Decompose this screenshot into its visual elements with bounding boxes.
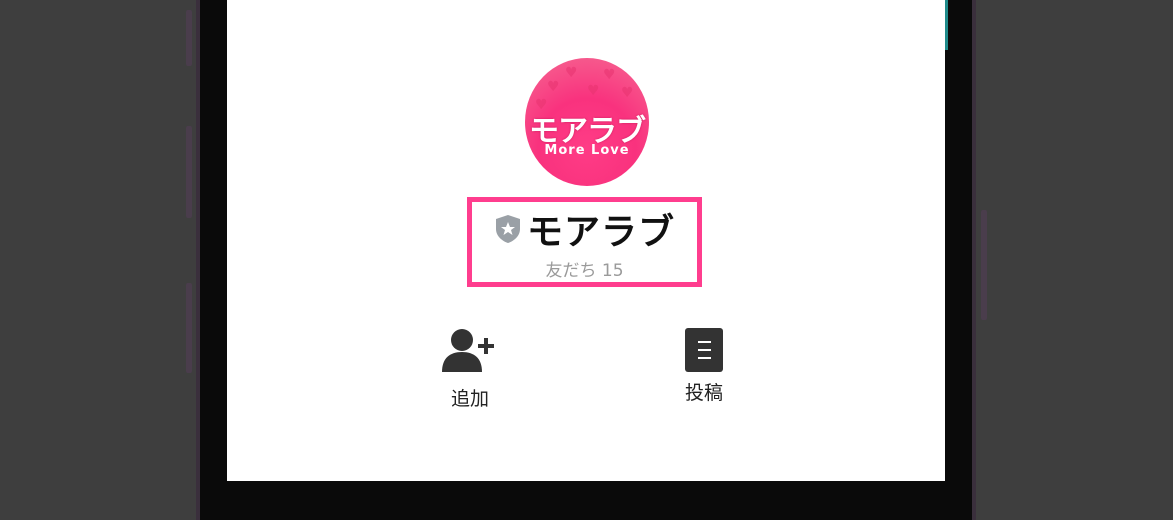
add-friend-icon xyxy=(442,329,494,372)
add-friend-button[interactable]: 追加 xyxy=(420,328,520,411)
heart-decoration-icon: ♥ xyxy=(621,85,634,101)
profile-screen: ♥ ♥ ♥ ♥ ♥ ♥ モアラブ More Love モアラブ 友だち 15 追… xyxy=(227,0,945,481)
account-logo-avatar[interactable]: ♥ ♥ ♥ ♥ ♥ ♥ モアラブ More Love xyxy=(525,58,649,186)
posts-label: 投稿 xyxy=(684,382,723,404)
heart-decoration-icon: ♥ xyxy=(565,65,578,81)
account-name-row: モアラブ xyxy=(495,203,675,255)
shield-star-icon xyxy=(496,215,520,243)
account-name: モアラブ xyxy=(527,212,676,253)
phone-side-button xyxy=(186,283,192,373)
phone-side-button xyxy=(981,210,987,320)
heart-decoration-icon: ♥ xyxy=(547,79,560,95)
heart-decoration-icon: ♥ xyxy=(603,67,616,83)
phone-side-button xyxy=(186,126,192,218)
friends-label: 友だち xyxy=(545,261,597,281)
logo-sub-text: More Love xyxy=(544,143,630,158)
heart-decoration-icon: ♥ xyxy=(587,83,600,99)
add-friend-label: 追加 xyxy=(450,388,489,410)
friends-count[interactable]: 友だち 15 xyxy=(467,256,702,281)
friends-number: 15 xyxy=(601,261,624,281)
document-icon xyxy=(685,328,723,372)
screen-edge-accent xyxy=(945,0,948,50)
phone-side-button xyxy=(186,10,192,66)
posts-button[interactable]: 投稿 xyxy=(654,328,754,405)
